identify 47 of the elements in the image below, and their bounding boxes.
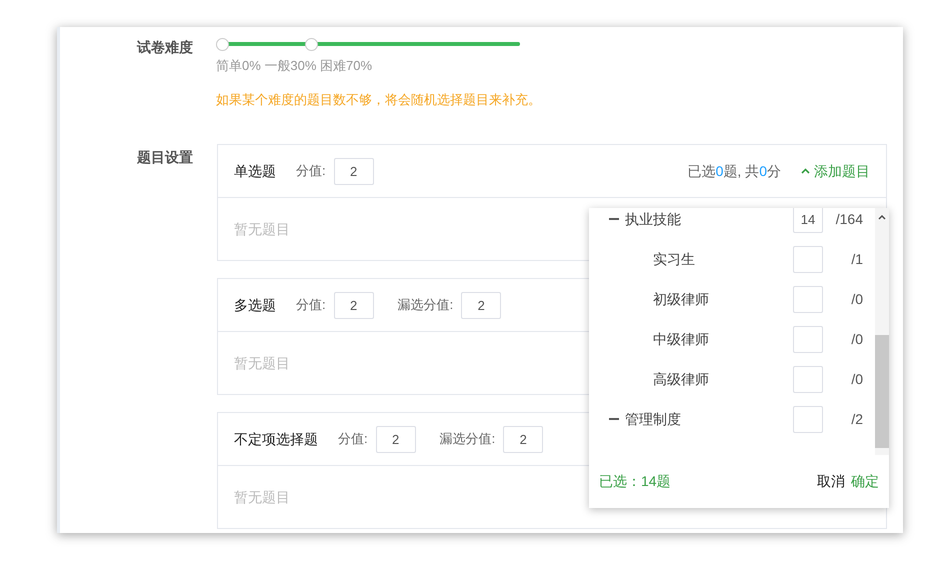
category-label: 高级律师 <box>653 370 710 388</box>
slider-thumb[interactable] <box>216 38 229 51</box>
score-label: 分值: <box>338 430 368 448</box>
partial-score-label: 漏选分值: <box>440 430 496 448</box>
difficulty-note: 如果某个难度的题目数不够，将会随机选择题目来补充。 <box>216 90 541 108</box>
count-input[interactable] <box>793 286 823 312</box>
partial-score-input[interactable]: 2 <box>503 426 544 452</box>
category-label: 中级律师 <box>653 330 710 348</box>
available-count: /0 <box>850 290 863 308</box>
score-input[interactable]: 2 <box>334 292 374 318</box>
category-label: 执业技能 <box>625 210 682 228</box>
count-input[interactable] <box>793 406 823 432</box>
scroll-up-icon[interactable] <box>878 215 886 220</box>
category-label: 初级律师 <box>653 290 710 308</box>
count-input[interactable] <box>793 366 823 392</box>
available-count: /0 <box>850 370 863 388</box>
empty-message: 暂无题目 <box>234 488 290 506</box>
scrollbar[interactable] <box>875 208 889 455</box>
count-input[interactable] <box>793 326 823 352</box>
score-label: 分值: <box>296 162 326 180</box>
section-title: 多选题 <box>234 296 276 314</box>
score-label: 分值: <box>296 296 326 314</box>
empty-message: 暂无题目 <box>234 220 290 238</box>
category-label: 实习生 <box>653 250 696 268</box>
field-label: 试卷难度 <box>137 38 194 57</box>
available-count: /164 <box>834 210 863 228</box>
field-label: 题目设置 <box>137 148 194 167</box>
score-input[interactable]: 2 <box>334 158 374 184</box>
caret-up-icon <box>801 168 810 174</box>
available-count: /0 <box>850 330 863 348</box>
partial-score-input[interactable]: 2 <box>461 292 502 318</box>
selection-summary: 已选0题, 共0分 <box>688 162 781 180</box>
score-input[interactable]: 2 <box>376 426 416 452</box>
slider-thumb[interactable] <box>305 38 318 51</box>
partial-score-label: 漏选分值: <box>398 296 454 314</box>
cancel-button[interactable]: 取消 <box>817 471 845 492</box>
available-count: /2 <box>850 410 863 428</box>
selected-count: 已选：14题 <box>599 472 672 491</box>
available-count: /1 <box>850 250 863 268</box>
category-label: 管理制度 <box>625 410 682 428</box>
count-input[interactable] <box>793 246 823 272</box>
section-title: 不定项选择题 <box>234 430 318 448</box>
empty-message: 暂无题目 <box>234 354 290 372</box>
count-input[interactable]: 14 <box>793 208 823 232</box>
scrollbar-thumb[interactable] <box>875 335 889 448</box>
section-title: 单选题 <box>234 162 276 180</box>
difficulty-summary: 简单0% 一般30% 困难70% <box>216 57 374 75</box>
